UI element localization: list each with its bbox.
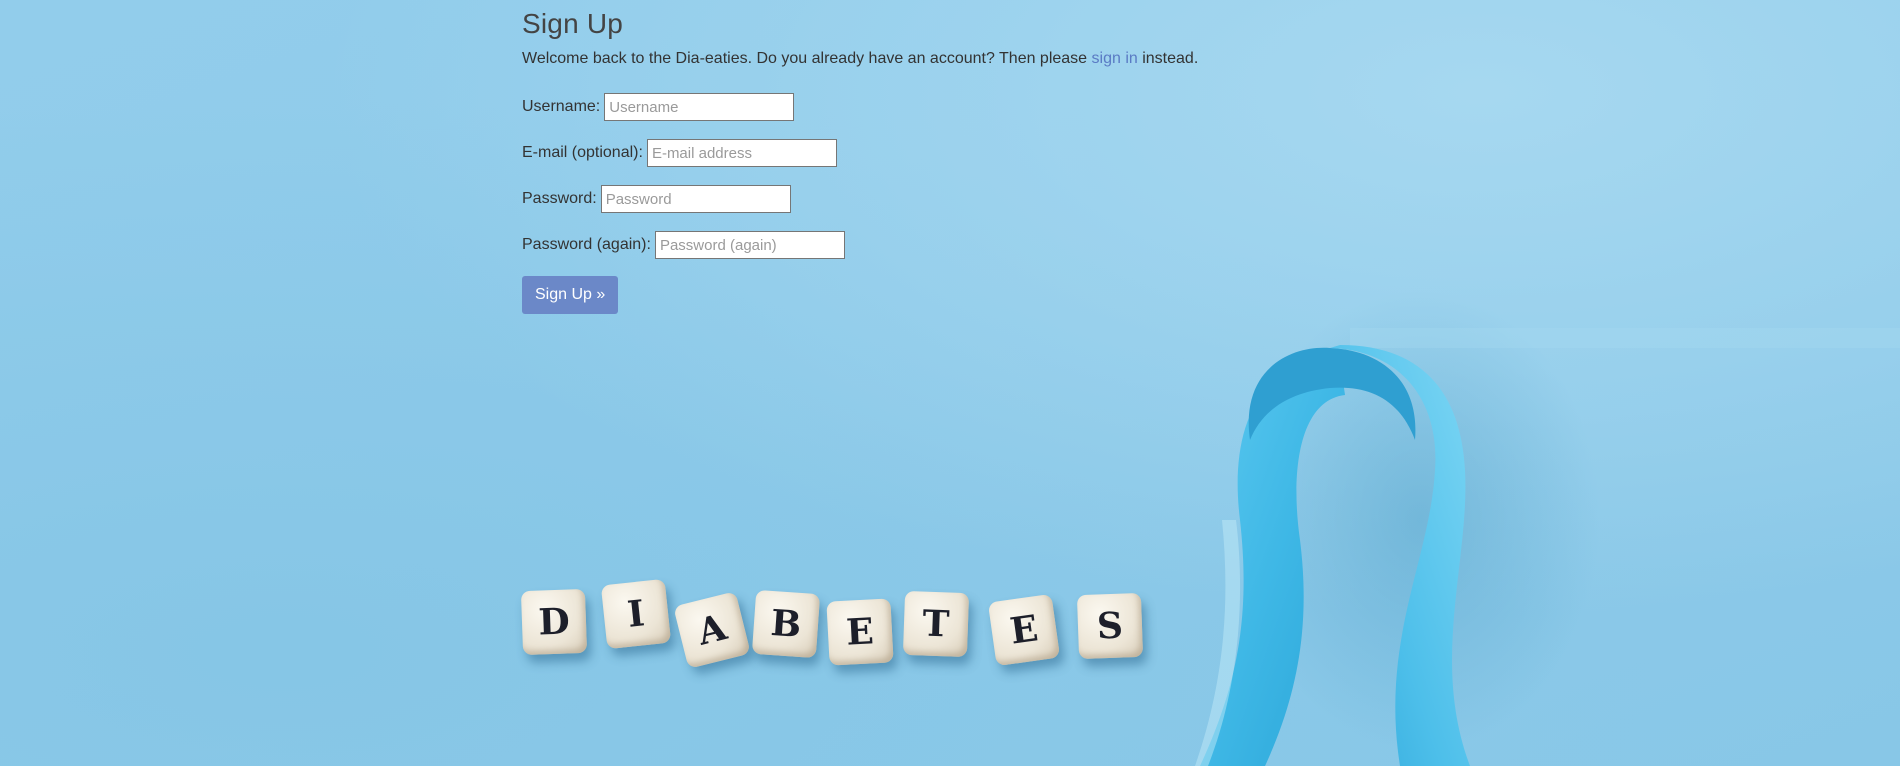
page-title: Sign Up (522, 8, 624, 39)
die: A (673, 591, 751, 669)
die: E (826, 598, 894, 666)
intro-text-before: Welcome back to the Dia-eaties. Do you a… (522, 50, 1092, 67)
email-row: E-mail (optional): (522, 138, 1198, 168)
die: E (987, 593, 1061, 667)
die: S (1076, 592, 1144, 660)
dice-decoration: D I A B E T E S (520, 578, 1160, 680)
die: I (600, 578, 672, 650)
sign-in-link[interactable]: sign in (1092, 50, 1138, 67)
signup-panel: Sign Up Welcome back to the Dia-eaties. … (522, 0, 1198, 314)
sign-up-button[interactable]: Sign Up » (522, 276, 619, 314)
intro-text-after: instead. (1137, 50, 1199, 67)
password-again-input[interactable] (654, 231, 845, 259)
die: T (902, 590, 970, 658)
username-row: Username: (522, 92, 1198, 122)
signup-form: Username: E-mail (optional): Password: P… (522, 92, 1198, 314)
password-input[interactable] (600, 185, 791, 213)
username-input[interactable] (604, 93, 795, 121)
username-label: Username: (522, 98, 601, 115)
email-input[interactable] (646, 139, 837, 167)
die: B (751, 589, 821, 659)
email-label: E-mail (optional): (522, 144, 643, 161)
password-again-row: Password (again): (522, 230, 1198, 260)
die: D (520, 588, 588, 656)
password-again-label: Password (again): (522, 236, 651, 253)
password-label: Password: (522, 190, 597, 207)
intro-text: Welcome back to the Dia-eaties. Do you a… (522, 50, 1198, 68)
password-row: Password: (522, 184, 1198, 214)
